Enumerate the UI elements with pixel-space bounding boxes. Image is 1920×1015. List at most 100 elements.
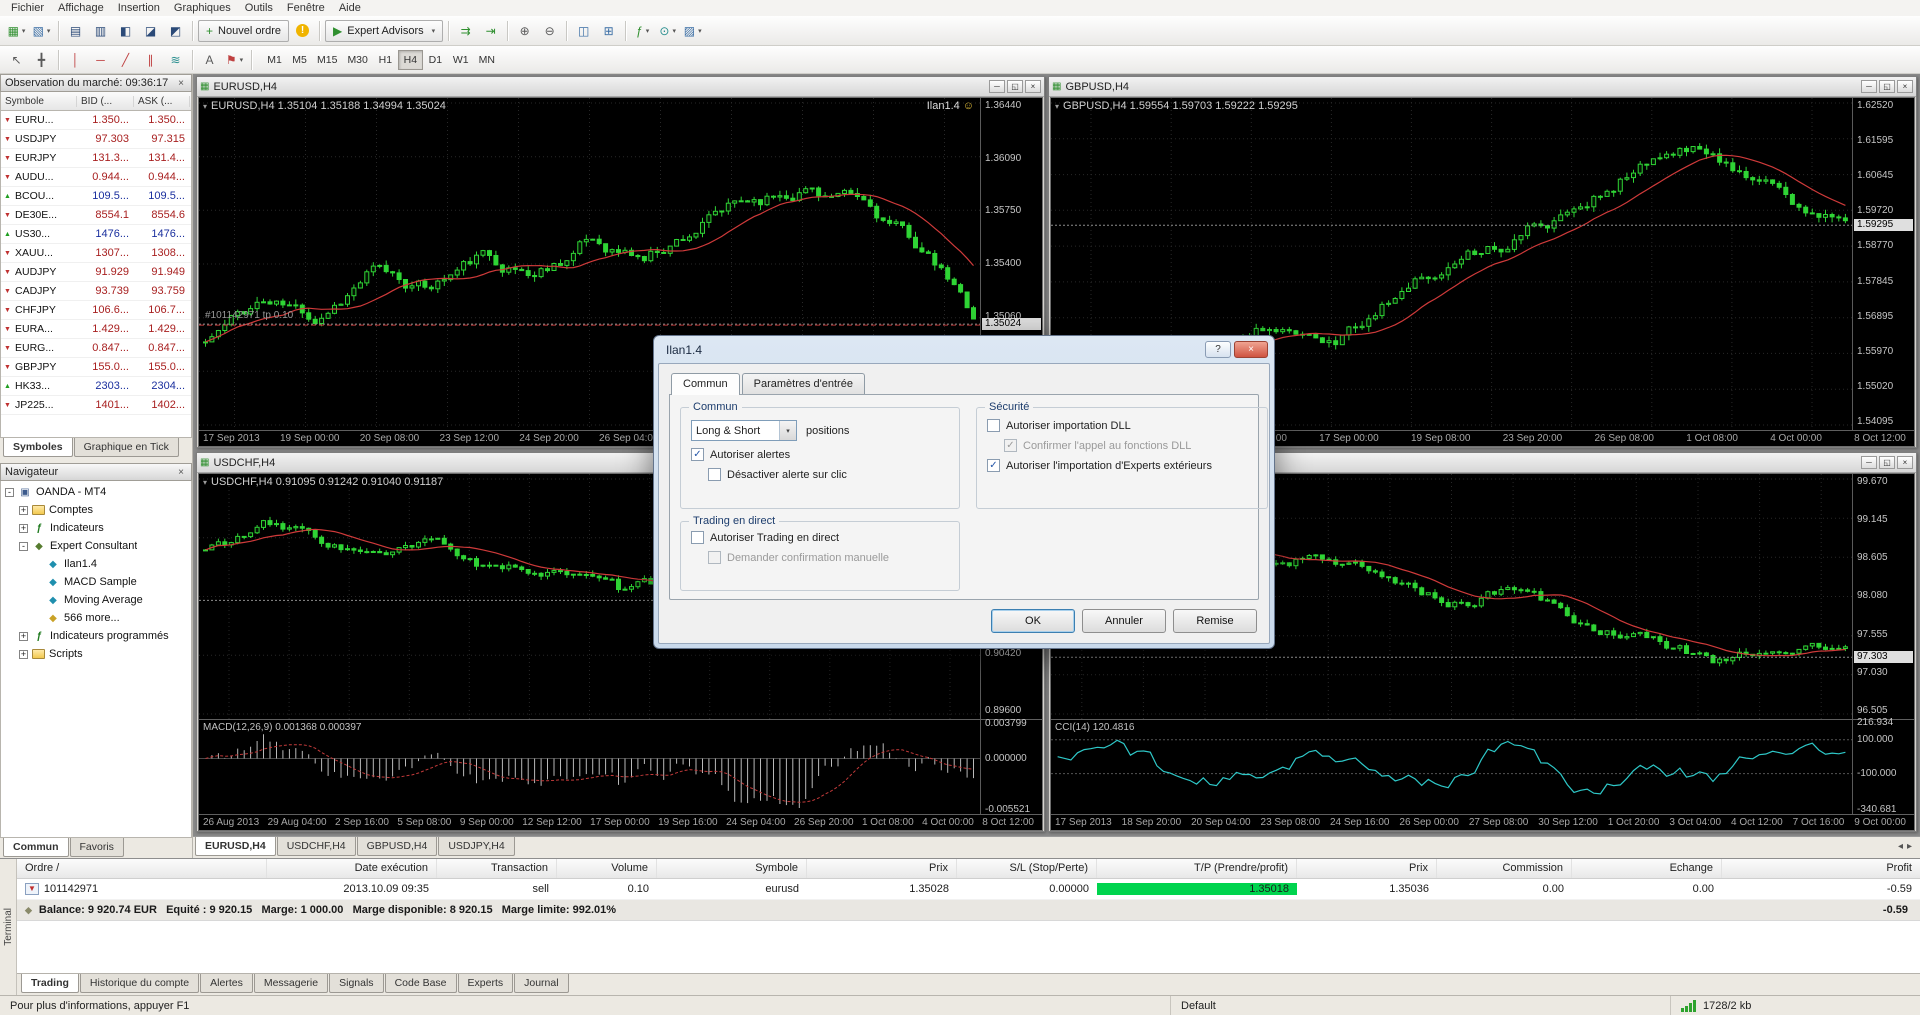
tree-item-macd-sample[interactable]: ◆MACD Sample [1, 573, 191, 591]
market-watch-row[interactable]: ▼EURU...1.350...1.350... [1, 111, 191, 130]
chart-tab-gbpusd-h4[interactable]: GBPUSD,H4 [357, 837, 438, 856]
chart-title-bar[interactable]: ▦EURUSD,H4─◱× [197, 77, 1044, 97]
menu-graphiques[interactable]: Graphiques [167, 2, 238, 14]
vertical-line-tool[interactable]: │ [64, 49, 87, 71]
text-tool[interactable]: A [198, 49, 221, 71]
terminal-column-transaction[interactable]: Transaction [437, 859, 557, 878]
trendline-tool[interactable]: ╱ [114, 49, 137, 71]
expert-advisors-button[interactable]: ▶Expert Advisors▾ [325, 20, 443, 42]
checkbox-autoriser-alertes[interactable]: ✓Autoriser alertes [691, 448, 959, 461]
timeframe-w1[interactable]: W1 [448, 50, 474, 70]
timeframe-h1[interactable]: H1 [373, 50, 398, 70]
help-button[interactable]: ? [1205, 341, 1231, 358]
checkbox-box[interactable]: ✓ [987, 459, 1000, 472]
zoom-out-button[interactable]: ⊖ [538, 20, 561, 42]
terminal-tab-trading[interactable]: Trading [21, 974, 79, 993]
menu-affichage[interactable]: Affichage [51, 2, 111, 14]
menu-fen-tre[interactable]: Fenêtre [280, 2, 332, 14]
market-watch-row[interactable]: ▼AUDJPY91.92991.949 [1, 263, 191, 282]
checkbox-autoriser-l-importation-d-experts-ext-rieurs[interactable]: ✓Autoriser l'importation d'Experts extér… [987, 459, 1267, 472]
terminal-tab-signals[interactable]: Signals [329, 974, 383, 993]
expand-icon[interactable]: - [19, 542, 28, 551]
strategy-tester-toggle[interactable]: ◩ [164, 20, 187, 42]
autoscroll-button[interactable]: ⇉ [454, 20, 477, 42]
market-watch-row[interactable]: ▼AUDU...0.944...0.944... [1, 168, 191, 187]
chart-shift-button[interactable]: ⇥ [479, 20, 502, 42]
chart-tab-usdjpy-h4[interactable]: USDJPY,H4 [438, 837, 514, 856]
timeframe-m1[interactable]: M1 [262, 50, 287, 70]
terminal-column-s-l-stop-perte[interactable]: S/L (Stop/Perte) [957, 859, 1097, 878]
dialog-title-bar[interactable]: Ilan1.4 ? × [658, 336, 1270, 363]
market-watch-row[interactable]: ▼USDJPY97.30397.315 [1, 130, 191, 149]
checkbox-box[interactable]: ✓ [691, 448, 704, 461]
expand-icon[interactable]: + [19, 632, 28, 641]
checkbox-autoriser-importation-dll[interactable]: Autoriser importation DLL [987, 419, 1267, 432]
new-chart-button[interactable]: ▦▾ [5, 20, 28, 42]
chart-title-bar[interactable]: ▦GBPUSD,H4─◱× [1049, 77, 1916, 97]
market-watch-row[interactable]: ▼CADJPY93.73993.759 [1, 282, 191, 301]
tree-item-expert-consultant[interactable]: -◆Expert Consultant [1, 537, 191, 555]
tree-item-moving-average[interactable]: ◆Moving Average [1, 591, 191, 609]
tree-item-566-more[interactable]: ◆566 more... [1, 609, 191, 627]
crosshair-tool[interactable]: ╋ [30, 49, 53, 71]
terminal-tab-messagerie[interactable]: Messagerie [254, 974, 328, 993]
tree-item-ilan1-4[interactable]: ◆Ilan1.4 [1, 555, 191, 573]
cursor-tool[interactable]: ↖ [5, 49, 28, 71]
terminal-tab-historique-du-compte[interactable]: Historique du compte [80, 974, 199, 993]
tile-windows-button[interactable]: ◫ [572, 20, 595, 42]
data-window-toggle[interactable]: ▥ [89, 20, 112, 42]
terminal-column-commission[interactable]: Commission [1437, 859, 1572, 878]
terminal-tab-journal[interactable]: Journal [514, 974, 568, 993]
profiles-button[interactable]: ▧▾ [30, 20, 53, 42]
tab-graphique-en-tick[interactable]: Graphique en Tick [74, 438, 179, 457]
tree-item-indicateurs[interactable]: +ƒIndicateurs [1, 519, 191, 537]
restore-button[interactable]: ◱ [1879, 456, 1895, 469]
terminal-column-profit[interactable]: Profit [1722, 859, 1920, 878]
tree-item-comptes[interactable]: +Comptes [1, 501, 191, 519]
periods-button[interactable]: ⊙▾ [656, 20, 679, 42]
zoom-in-button[interactable]: ⊕ [513, 20, 536, 42]
dialog-close-button[interactable]: × [1234, 341, 1268, 358]
market-watch-row[interactable]: ▲HK33...2303...2304... [1, 377, 191, 396]
menu-aide[interactable]: Aide [332, 2, 368, 14]
tree-item-oanda-mt4[interactable]: -▣OANDA - MT4 [1, 483, 191, 501]
close-button[interactable]: × [1897, 80, 1913, 93]
templates-button[interactable]: ▨▾ [681, 20, 704, 42]
market-watch-row[interactable]: ▼CHFJPY106.6...106.7... [1, 301, 191, 320]
chart-tab-usdchf-h4[interactable]: USDCHF,H4 [277, 837, 356, 856]
checkbox-d-sactiver-alerte-sur-clic[interactable]: Désactiver alerte sur clic [708, 468, 959, 481]
close-icon[interactable]: × [175, 467, 187, 478]
dialog-tab-commun[interactable]: Commun [671, 373, 740, 395]
market-watch-row[interactable]: ▼EURA...1.429...1.429... [1, 320, 191, 339]
expand-icon[interactable]: - [5, 488, 14, 497]
close-icon[interactable]: × [175, 78, 187, 89]
ok-button[interactable]: OK [991, 609, 1075, 633]
minimize-button[interactable]: ─ [1861, 80, 1877, 93]
menu-insertion[interactable]: Insertion [111, 2, 167, 14]
expand-icon[interactable]: + [19, 650, 28, 659]
cascade-windows-button[interactable]: ⊞ [597, 20, 620, 42]
order-row[interactable]: ▼1011429712013.10.09 09:35sell0.10eurusd… [17, 879, 1920, 900]
terminal-column-ordre[interactable]: Ordre / [17, 859, 267, 878]
terminal-tab-experts[interactable]: Experts [458, 974, 514, 993]
remise-button[interactable]: Remise [1173, 609, 1257, 633]
column-header-bid[interactable]: BID (... [77, 96, 134, 107]
indicators-button[interactable]: ƒ▾ [631, 20, 654, 42]
expand-icon[interactable]: + [19, 524, 28, 533]
market-watch-row[interactable]: ▲US30...1476...1476... [1, 225, 191, 244]
menu-outils[interactable]: Outils [238, 2, 280, 14]
column-header-symbole[interactable]: Symbole [1, 96, 77, 107]
timeframe-h4[interactable]: H4 [398, 50, 423, 70]
terminal-tab-alertes[interactable]: Alertes [200, 974, 253, 993]
market-watch-toggle[interactable]: ▤ [64, 20, 87, 42]
terminal-toggle[interactable]: ◪ [139, 20, 162, 42]
terminal-column-date-ex-cution[interactable]: Date exécution [267, 859, 437, 878]
arrows-tool[interactable]: ⚑▾ [223, 49, 246, 71]
terminal-column-t-p-prendre-profit[interactable]: T/P (Prendre/profit) [1097, 859, 1297, 878]
tab-favoris[interactable]: Favoris [70, 838, 124, 857]
channel-tool[interactable]: ∥ [139, 49, 162, 71]
terminal-column-volume[interactable]: Volume [557, 859, 657, 878]
market-watch-row[interactable]: ▼XAUU...1307...1308... [1, 244, 191, 263]
chevron-down-icon[interactable]: ▾ [779, 421, 796, 440]
timeframe-m30[interactable]: M30 [342, 50, 372, 70]
